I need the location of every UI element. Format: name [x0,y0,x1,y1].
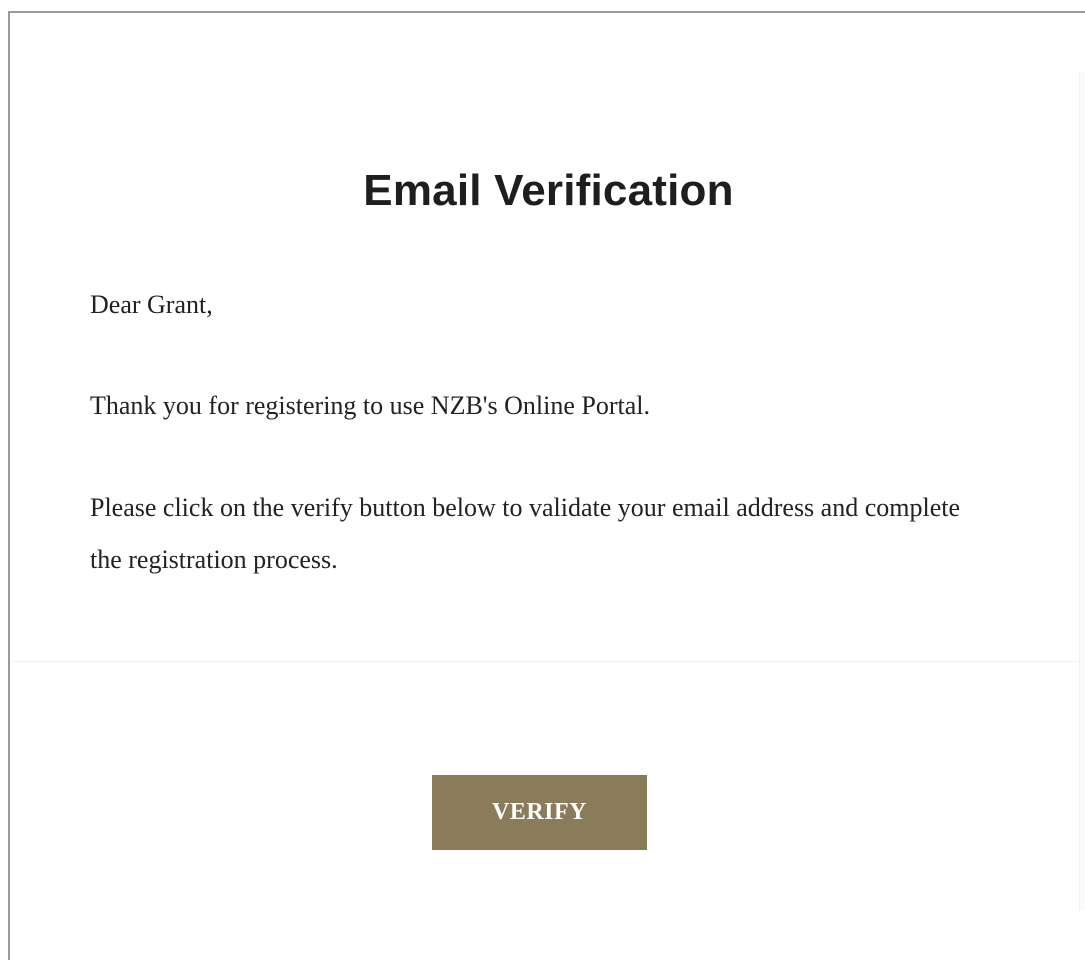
scrollbar-track[interactable] [1079,72,1085,910]
instructions-text: Please click on the verify button below … [90,493,961,574]
thanks-text: Thank you for registering to use NZB's O… [90,391,650,420]
verify-button[interactable]: VERIFY [432,775,647,850]
greeting-text: Dear Grant, [90,290,213,319]
email-title: Email Verification [363,166,734,215]
section-divider [12,661,1080,662]
email-container: Email Verification Dear Grant, Thank you… [8,11,1085,960]
